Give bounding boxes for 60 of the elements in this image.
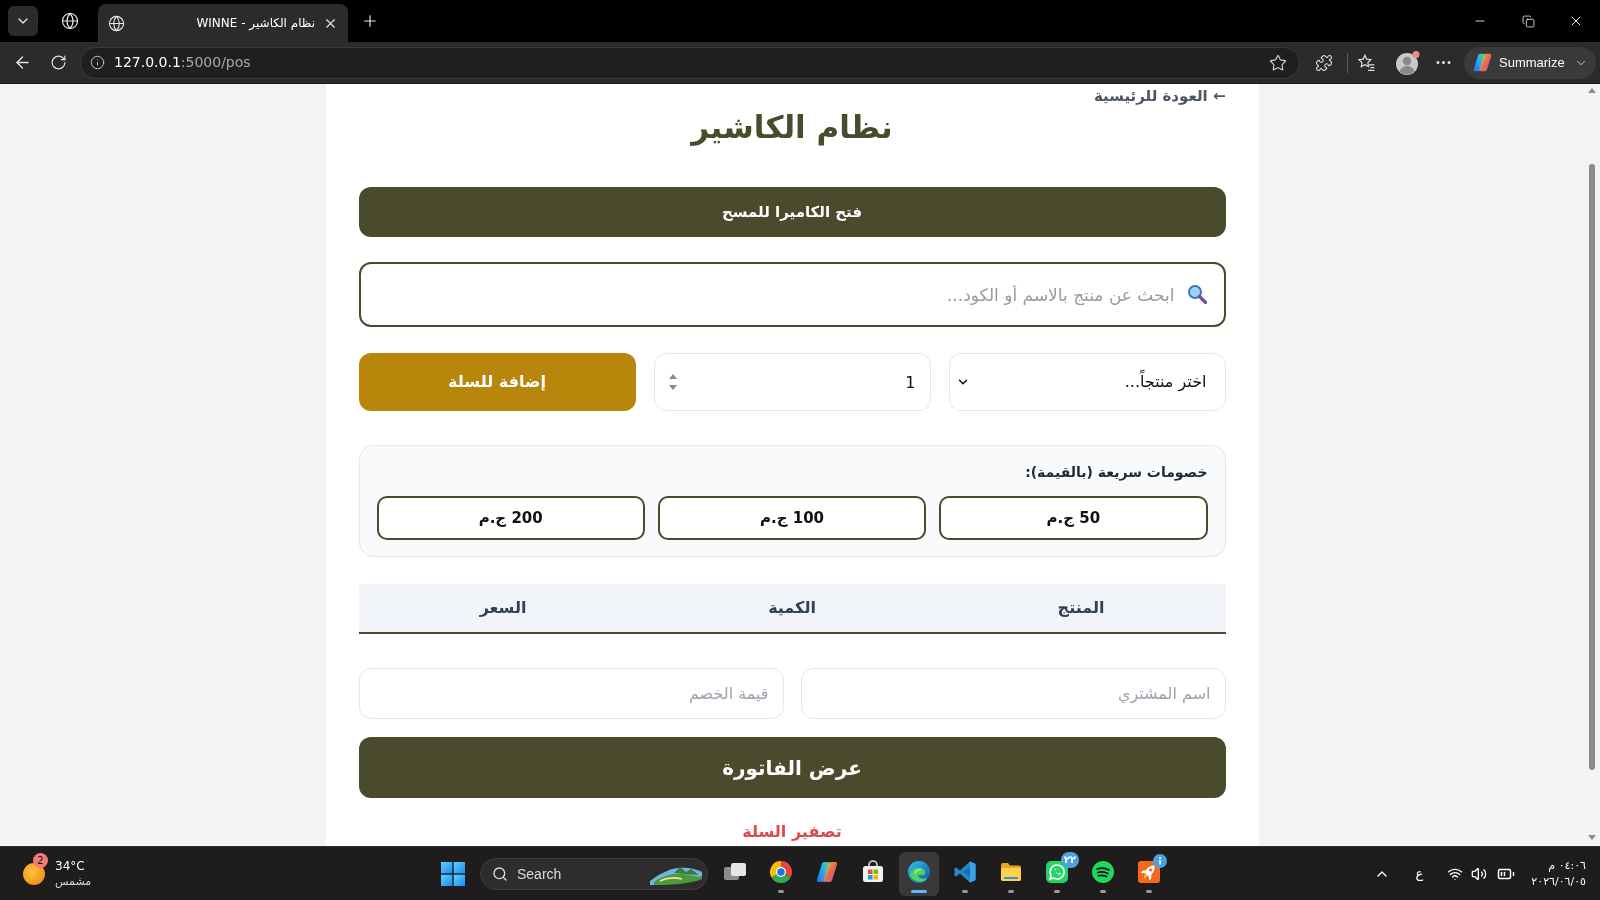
tricolor-ring-logo-icon[interactable]: [769, 859, 793, 884]
reload-icon: [49, 54, 67, 71]
discount-button[interactable]: 200 ج.م: [376, 496, 645, 540]
running-indicator-icon: [962, 889, 968, 893]
sound-waves-logo-icon[interactable]: [1091, 859, 1115, 884]
gradient-logo-icon[interactable]: [815, 859, 839, 884]
quick-discounts-label: خصومات سريعة (بالقيمة):: [1025, 463, 1208, 481]
language-indicator[interactable]: ع: [1415, 863, 1424, 884]
restore-icon: [1521, 14, 1535, 28]
running-indicator-icon: [1008, 889, 1014, 893]
search-icon: [492, 865, 508, 882]
discount-button[interactable]: 100 ج.م: [657, 496, 927, 540]
new-tab-icon[interactable]: [361, 12, 379, 30]
quantity-field[interactable]: 1: [653, 353, 931, 411]
weather-condition-text: مشمس: [55, 873, 92, 889]
column-header: السعر: [479, 597, 527, 619]
volume-icon[interactable]: [1471, 865, 1488, 882]
taskbar-search-field[interactable]: Search: [480, 857, 708, 890]
tab-list-button[interactable]: [8, 6, 38, 36]
search-icon: [1186, 284, 1207, 304]
running-indicator-icon: [1100, 889, 1106, 893]
globe-icon[interactable]: [61, 12, 79, 30]
spinner-arrows-icon[interactable]: [667, 372, 678, 392]
temperature-text: 34°C: [55, 858, 86, 874]
clear-cart-link[interactable]: تصفير السلة: [742, 821, 842, 843]
avatar-icon[interactable]: [1395, 49, 1421, 76]
clock-date[interactable]: ٢٠٢٦/٠٦/٠٥: [1531, 873, 1586, 890]
star-icon[interactable]: [1269, 53, 1287, 72]
back-link[interactable]: ← العودة للرئيسية: [1093, 86, 1226, 106]
browser-tab[interactable]: نظام الكاشير - WINNE: [98, 4, 348, 42]
buyer-name-field[interactable]: اسم المشتري: [800, 668, 1226, 719]
info-icon[interactable]: [90, 55, 105, 70]
wave-logo-icon[interactable]: [907, 859, 931, 884]
summarize-button[interactable]: Summarize: [1464, 46, 1596, 79]
taskbar-app-button[interactable]: [899, 851, 939, 896]
gradient-logo-icon: [1472, 52, 1493, 73]
shopping-bag-icon[interactable]: [861, 859, 885, 884]
product-select[interactable]: اختر منتجاً...: [948, 353, 1226, 411]
invoice-button[interactable]: عرض الفاتورة: [358, 737, 1226, 798]
clock-time[interactable]: ٠٤:٠٦ م: [1548, 857, 1586, 874]
running-indicator-icon: [778, 889, 784, 893]
running-indicator-icon: [1054, 889, 1060, 893]
running-indicator-icon: [911, 889, 927, 893]
puzzle-icon[interactable]: [1315, 53, 1333, 72]
rocket-icon[interactable]: [1137, 859, 1161, 884]
discount-button[interactable]: 50 ج.م: [939, 496, 1208, 540]
camera-button[interactable]: فتح الكاميرا للمسح: [358, 187, 1226, 237]
windows-logo-icon[interactable]: [441, 861, 465, 886]
globe-icon: [108, 14, 125, 32]
page-title: نظام الكاشير: [691, 108, 893, 147]
info-badge-icon: [1153, 853, 1167, 868]
running-indicator-icon: [1146, 889, 1152, 893]
notification-badge: 2: [33, 852, 48, 868]
discount-value-field[interactable]: قيمة الخصم: [358, 668, 784, 719]
address-bar[interactable]: 127.0.0.1:5000/pos: [80, 46, 1300, 79]
code-editor-logo-icon[interactable]: [953, 859, 977, 884]
favorites-icon[interactable]: [1357, 53, 1376, 72]
column-header: المنتج: [1057, 597, 1105, 619]
notification-badge: ٢٢: [1061, 851, 1079, 868]
column-header: الكمية: [768, 597, 816, 619]
